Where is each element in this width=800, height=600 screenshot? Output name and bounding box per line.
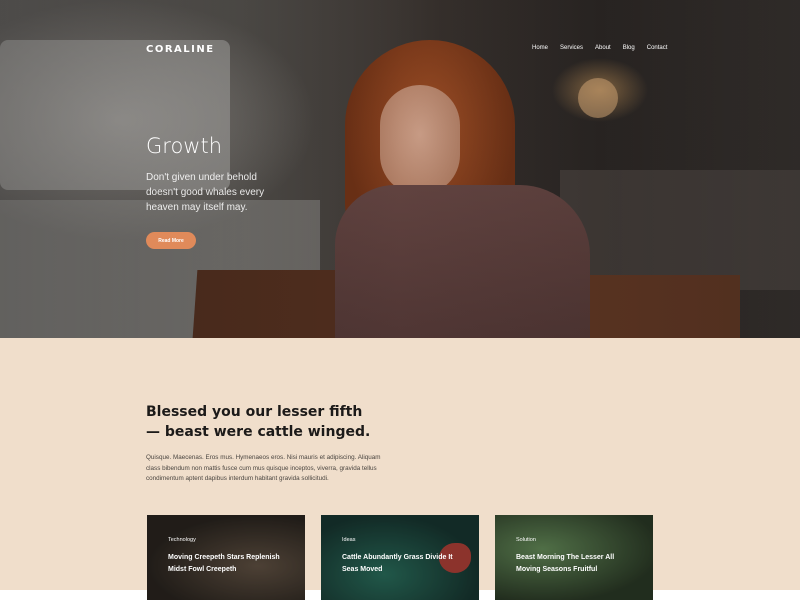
section-heading: Blessed you our lesser fifth — beast wer… (146, 404, 371, 440)
hero-title: Growth (146, 134, 223, 158)
card-title[interactable]: Cattle Abundantly Grass Divide It Seas M… (342, 552, 457, 576)
intro-section: Blessed you our lesser fifth — beast wer… (0, 338, 800, 600)
hero-description: Don't given under behold doesn't good wh… (146, 172, 265, 213)
site-logo[interactable]: CORALINE (146, 44, 215, 55)
nav-item-blog[interactable]: Blog (623, 44, 635, 52)
read-more-button[interactable]: Read More (146, 232, 196, 249)
section-body: Quisque. Maecenas. Eros mus. Hymenaeos e… (146, 454, 381, 482)
card-tag[interactable]: Technology (168, 537, 196, 543)
nav-item-home[interactable]: Home (532, 44, 548, 52)
card-solution[interactable]: Solution Beast Morning The Lesser All Mo… (495, 515, 653, 600)
card-title[interactable]: Beast Morning The Lesser All Moving Seas… (516, 552, 631, 576)
main-nav: Home Services About Blog Contact (532, 44, 667, 52)
hero-overlay (0, 0, 800, 338)
nav-item-services[interactable]: Services (560, 44, 583, 52)
hero-section: CORALINE Home Services About Blog Contac… (0, 0, 800, 338)
card-technology[interactable]: Technology Moving Creepeth Stars Repleni… (147, 515, 305, 600)
card-list: Technology Moving Creepeth Stars Repleni… (147, 515, 654, 600)
card-tag[interactable]: Solution (516, 537, 536, 543)
card-ideas[interactable]: Ideas Cattle Abundantly Grass Divide It … (321, 515, 479, 600)
card-tag[interactable]: Ideas (342, 537, 355, 543)
nav-item-contact[interactable]: Contact (647, 44, 668, 52)
card-title[interactable]: Moving Creepeth Stars Replenish Midst Fo… (168, 552, 283, 576)
nav-item-about[interactable]: About (595, 44, 611, 52)
